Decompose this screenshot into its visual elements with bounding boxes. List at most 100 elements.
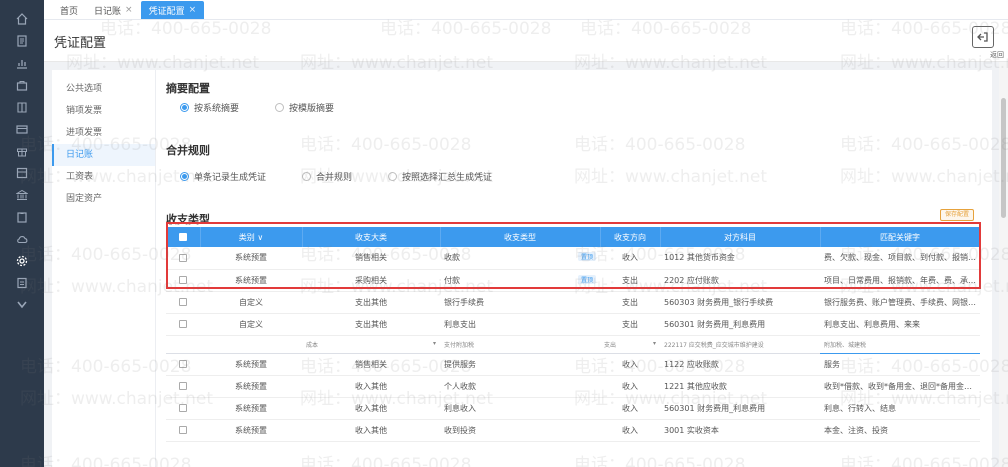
table-row[interactable]: 系统预置 销售相关 提供服务 收入 1122 应收账款 服务 [166,353,980,376]
cell-type: 利息支出 [440,313,600,336]
cell-type: 个人收款 [440,375,600,398]
report-icon[interactable] [0,272,44,294]
doc-icon[interactable] [0,30,44,52]
cell-category: 系统预置 [200,375,302,398]
checkbox-icon[interactable] [179,426,187,434]
cell-type: 提供服务 [440,353,600,376]
cloud-icon[interactable] [0,228,44,250]
row-checkbox[interactable] [166,353,200,376]
table-row[interactable]: 系统预置 采购相关 付款 置顶 支出 2202 应付账款 项目、日常费用、报销款、… [166,269,980,292]
pin-badge[interactable]: 置顶 [577,274,596,284]
tab-journal[interactable]: 日记账 × [86,1,141,19]
type-text: 收款 [444,253,460,263]
pin-badge[interactable]: 置顶 [577,252,596,262]
checkbox-icon[interactable] [179,404,187,412]
table-edit-row[interactable]: 成本 ▾ 支付附加税 支出 ▾ 222117 应交税费_应交城市维护建设 附加税、城… [166,335,980,354]
table-row[interactable]: 自定义 支出其他 利息支出 支出 560301 财务费用_利息费用 利息支出、利… [166,313,980,336]
checkbox-icon[interactable] [179,360,187,368]
cell-type: 收到投资 [440,419,600,442]
chart-icon[interactable] [0,52,44,74]
checkbox-icon[interactable] [179,382,187,390]
checkbox-icon[interactable] [178,233,187,241]
subnav-item-purchase-invoice[interactable]: 进项发票 [52,122,155,144]
merge-options: 单条记录生成凭证 合并规则 按照选择汇总生成凭证 [180,170,528,183]
gift-icon[interactable] [0,140,44,162]
select-value: 支出 [604,341,617,349]
keywords-input[interactable]: 附加税、城建税 [820,335,980,354]
cell-account: 560303 财务费用_银行手续费 [660,291,820,314]
subnav-item-payroll[interactable]: 工资表 [52,166,155,188]
table-row[interactable]: 系统预置 收入其他 个人收款 收入 1221 其他应收款 收到*借款、收到*备用… [166,375,980,398]
cell-big-category: 收入其他 [302,397,440,420]
back-label: 返回 [990,51,1004,59]
chevron-down-icon: ▾ [652,339,656,347]
scrollbar[interactable] [999,62,1008,467]
category-section-title: 收支类型 [166,213,210,226]
row-checkbox[interactable] [166,397,200,420]
row-checkbox[interactable] [166,375,200,398]
category-table: 类别 ∨ 收支大类 收支类型 收支方向 对方科目 匹配关键字 系统预置 销售相关… [166,227,981,442]
close-icon[interactable]: × [125,5,133,15]
summary-option-template[interactable]: 按模版摘要 [275,101,334,114]
select-all-header[interactable] [166,227,201,247]
summary-option-system[interactable]: 按系统摘要 [180,101,239,114]
tab-bar: 首页 日记账 × 凭证配置 × [44,0,1008,20]
tab-label: 凭证配置 [148,6,185,17]
table-row[interactable]: 系统预置 收入其他 利息收入 收入 560301 财务费用_利息费用 利息、行转… [166,397,980,420]
checkbox-icon[interactable] [179,298,187,306]
table-row[interactable]: 自定义 支出其他 银行手续费 支出 560303 财务费用_银行手续费 银行服务… [166,291,980,314]
scrollbar-thumb[interactable] [1001,98,1006,218]
row-checkbox[interactable] [166,247,200,270]
tab-label: 首页 [60,6,79,17]
back-button[interactable] [972,26,994,48]
cell-big-category: 支出其他 [302,313,440,336]
box-icon[interactable] [0,162,44,184]
save-config-button[interactable]: 保存配置 [940,209,974,221]
checkbox-icon[interactable] [179,320,187,328]
table-row[interactable]: 系统预置 收入其他 收到投资 收入 3001 实收资本 本金、注资、投资 [166,419,980,442]
app-window: 首页 日记账 × 凭证配置 × 凭证配置 返回 公共选项 销项发票 进项发票 日记账… [0,0,1008,467]
chevron-down-icon: ▾ [432,339,436,347]
table-row[interactable]: 系统预置 销售相关 收款 置顶 收入 1012 其他货币资金 费、欠款、现金、项目… [166,247,980,270]
expand-icon[interactable] [0,294,44,316]
page-title: 凭证配置 [54,36,107,51]
radio-checked-icon [180,172,189,181]
tab-home[interactable]: 首页 [52,1,86,19]
checkbox-icon[interactable] [179,276,187,284]
merge-option-rule[interactable]: 合并规则 [302,170,352,183]
cell-big-category: 支出其他 [302,291,440,314]
clipboard-icon[interactable] [0,206,44,228]
row-checkbox[interactable] [166,291,200,314]
subnav-item-fixed-assets[interactable]: 固定资产 [52,188,155,210]
cell-category: 系统预置 [200,269,302,292]
subnav-item-journal[interactable]: 日记账 [52,144,155,166]
content-panel: 公共选项 销项发票 进项发票 日记账 工资表 固定资产 摘要配置 按系统摘要 按… [52,70,992,467]
subnav-item-sales-invoice[interactable]: 销项发票 [52,100,155,122]
direction-select[interactable]: 支出 ▾ [600,335,660,354]
row-checkbox[interactable] [166,269,200,292]
card-icon[interactable] [0,118,44,140]
subnav-item-public[interactable]: 公共选项 [52,78,155,100]
col-category[interactable]: 类别 ∨ [200,227,303,247]
cell-big-category: 销售相关 [302,353,440,376]
cell-account: 1221 其他应收款 [660,375,820,398]
row-checkbox[interactable] [166,313,200,336]
merge-option-summary[interactable]: 按照选择汇总生成凭证 [388,170,492,183]
book-icon[interactable] [0,96,44,118]
big-category-select[interactable]: 成本 ▾ [302,335,440,354]
exit-icon [977,32,988,42]
home-icon[interactable] [0,8,44,30]
cell-account: 3001 实收资本 [660,419,820,442]
bag-icon[interactable] [0,74,44,96]
account-input[interactable]: 222117 应交税费_应交城市维护建设 [660,335,820,354]
settings-icon[interactable] [0,250,44,272]
tab-label: 日记账 [94,6,122,17]
tab-voucher-config[interactable]: 凭证配置 × [140,1,205,19]
option-label: 按系统摘要 [194,104,240,114]
checkbox-icon[interactable] [179,253,187,262]
bank-icon[interactable] [0,184,44,206]
row-checkbox[interactable] [166,419,200,442]
close-icon[interactable]: × [189,5,197,15]
merge-option-single[interactable]: 单条记录生成凭证 [180,170,266,183]
type-input[interactable]: 支付附加税 [440,335,600,354]
